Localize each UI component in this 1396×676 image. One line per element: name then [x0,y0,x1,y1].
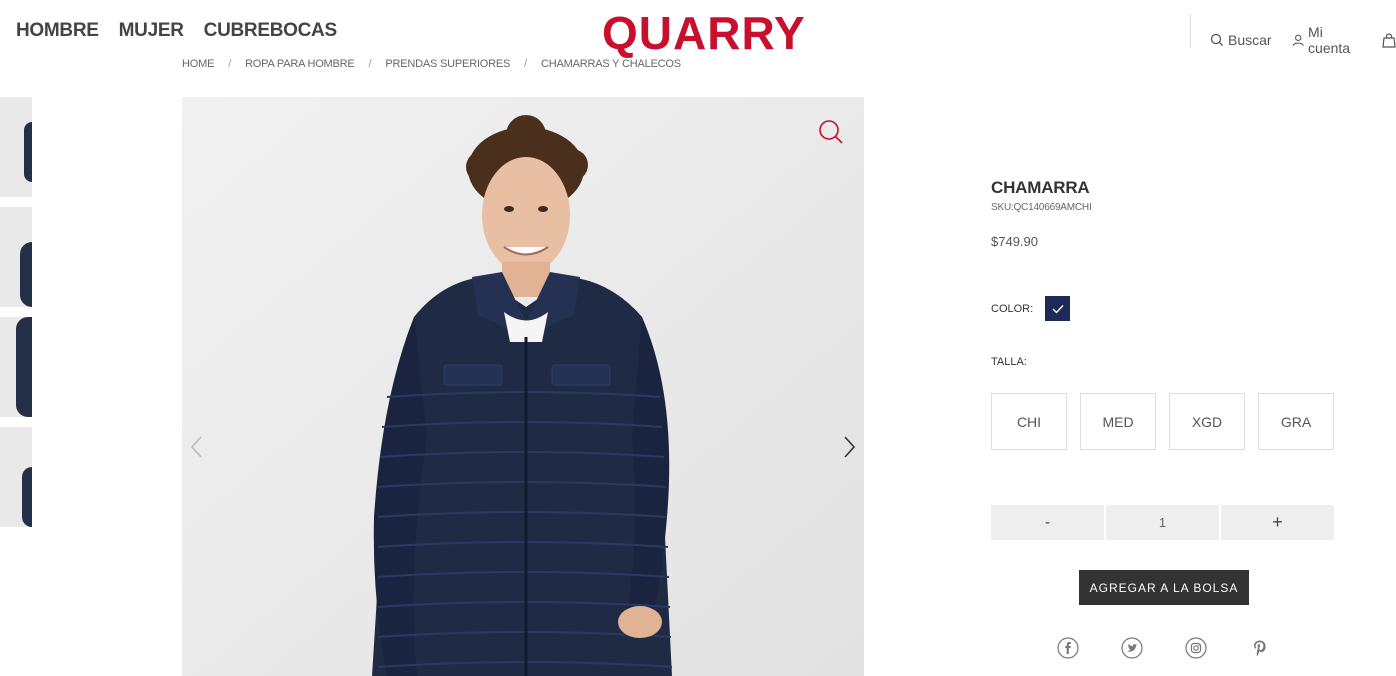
nav-mujer[interactable]: MUJER [119,20,184,42]
thumbnail-1[interactable] [0,97,32,197]
quantity-decrease-button[interactable]: - [991,505,1104,540]
quantity-stepper: - 1 + [991,505,1334,540]
color-swatch-navy[interactable] [1045,296,1070,321]
pinterest-icon[interactable] [1249,637,1271,659]
breadcrumb-separator: / [368,58,372,70]
color-label: COLOR: [991,303,1034,315]
thumbnail-4[interactable] [0,427,32,527]
nav-hombre[interactable]: HOMBRE [16,20,99,42]
facebook-icon[interactable] [1057,637,1079,659]
search-label: Buscar [1228,32,1272,48]
main-nav: HOMBRE MUJER CUBREBOCAS [16,20,337,42]
breadcrumb-separator: / [524,58,528,70]
breadcrumb-home[interactable]: HOME [182,58,214,70]
instagram-icon[interactable] [1185,637,1207,659]
previous-image-button[interactable] [190,435,204,459]
size-option-med[interactable]: MED [1080,393,1156,450]
bag-icon [1382,32,1396,48]
next-image-button[interactable] [842,435,856,459]
quantity-increase-button[interactable]: + [1221,505,1334,540]
breadcrumb: HOME / ROPA PARA HOMBRE / PRENDAS SUPERI… [182,58,681,70]
account-button[interactable]: Mi cuenta [1292,24,1362,56]
size-label: TALLA: [991,356,1027,368]
utility-nav: Buscar Mi cuenta [1210,24,1396,56]
header-divider [1190,14,1191,48]
zoom-icon[interactable] [818,119,844,145]
search-icon [1210,33,1223,46]
brand-logo[interactable]: QUARRY [602,6,806,60]
breadcrumb-ropa-hombre[interactable]: ROPA PARA HOMBRE [245,58,355,70]
thumbnail-3[interactable] [0,317,32,417]
thumbnail-list [0,97,32,537]
product-image[interactable] [182,97,864,676]
add-to-bag-button[interactable]: AGREGAR A LA BOLSA [1079,570,1249,605]
social-share [1057,637,1271,659]
thumbnail-2[interactable] [0,207,32,307]
nav-cubrebocas[interactable]: CUBREBOCAS [204,20,337,42]
size-options: CHI MED XGD GRA [991,393,1334,450]
breadcrumb-chamarras[interactable]: CHAMARRAS Y CHALECOS [541,58,681,70]
search-button[interactable]: Buscar [1210,32,1272,48]
size-option-gra[interactable]: GRA [1258,393,1334,450]
check-icon [1052,304,1064,314]
twitter-icon[interactable] [1121,637,1143,659]
product-photo [182,97,864,676]
size-option-chi[interactable]: CHI [991,393,1067,450]
product-sku: SKU:QC140669AMCHI [991,202,1092,213]
product-price: $749.90 [991,234,1038,249]
user-icon [1292,34,1304,46]
size-option-xgd[interactable]: XGD [1169,393,1245,450]
breadcrumb-prendas-superiores[interactable]: PRENDAS SUPERIORES [385,58,510,70]
bag-button[interactable] [1382,32,1396,48]
breadcrumb-separator: / [228,58,232,70]
quantity-value[interactable]: 1 [1106,505,1219,540]
account-label: Mi cuenta [1308,24,1351,56]
product-title: CHAMARRA [991,178,1090,197]
